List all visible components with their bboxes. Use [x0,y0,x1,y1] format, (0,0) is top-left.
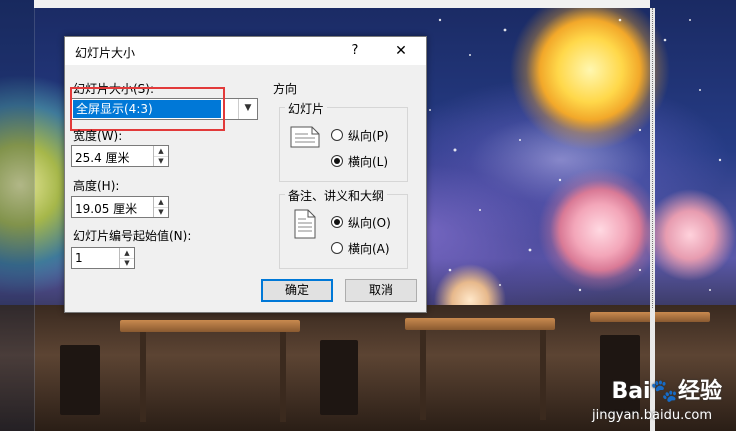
slide-border-guide [652,8,654,308]
slides-landscape-radio[interactable] [331,155,343,167]
width-stepper[interactable]: 25.4 厘米 ▲ ▼ [71,145,169,167]
help-button[interactable]: ? [345,41,365,61]
width-down-arrow-icon[interactable]: ▼ [154,156,168,166]
slides-group-title: 幻灯片 [285,100,328,117]
left-slide-strip [0,0,35,431]
portrait-page-icon [294,209,316,239]
dialog-titlebar[interactable]: 幻灯片大小 ? ✕ [65,37,426,65]
notes-landscape-label[interactable]: 横向(A) [348,240,390,257]
height-down-arrow-icon[interactable]: ▼ [154,207,168,217]
table-decoration [120,320,300,332]
numbering-start-value: 1 [75,251,83,265]
dialog-title: 幻灯片大小 [75,46,136,60]
close-button[interactable]: ✕ [390,41,412,61]
workspace-top-band [34,0,650,8]
slides-landscape-label[interactable]: 横向(L) [348,153,388,170]
width-value: 25.4 厘米 [75,151,130,165]
chair-decoration [320,340,358,415]
table-leg [280,332,286,422]
height-stepper[interactable]: 19.05 厘米 ▲ ▼ [71,196,169,218]
notes-group-title: 备注、讲义和大纲 [285,187,388,204]
notes-portrait-radio[interactable] [331,216,343,228]
slides-portrait-radio[interactable] [331,129,343,141]
table-leg [420,330,426,420]
numbering-start-stepper[interactable]: 1 ▲ ▼ [71,247,135,269]
orientation-label: 方向 [273,82,298,96]
landscape-page-icon [290,126,320,148]
watermark-logo: Bai🐾经验 [611,379,722,404]
numbering-down-arrow-icon[interactable]: ▼ [120,258,134,268]
slides-portrait-label[interactable]: 纵向(P) [348,127,389,144]
cancel-button[interactable]: 取消 [345,279,417,302]
width-label: 宽度(W): [73,129,123,143]
numbering-start-label: 幻灯片编号起始值(N): [73,229,192,243]
notes-orientation-group: 备注、讲义和大纲 纵向(O) 横向(A) [279,187,408,269]
chair-decoration [60,345,100,415]
height-value: 19.05 厘米 [75,202,138,216]
highlight-annotation [70,87,225,131]
chevron-down-icon[interactable]: ▼ [238,99,257,119]
slide-size-dialog: 幻灯片大小 ? ✕ 幻灯片大小(S): 全屏显示(4:3) ▼ 宽度(W): 2… [64,36,427,313]
height-label: 高度(H): [73,179,120,193]
notes-portrait-label[interactable]: 纵向(O) [348,214,391,231]
slides-orientation-group: 幻灯片 纵向(P) 横向(L) [279,100,408,182]
table-decoration [405,318,555,330]
table-leg [140,332,146,422]
notes-landscape-radio[interactable] [331,242,343,254]
ok-button[interactable]: 确定 [261,279,333,302]
watermark-url: jingyan.baidu.com [592,408,712,423]
table-leg [540,330,546,420]
